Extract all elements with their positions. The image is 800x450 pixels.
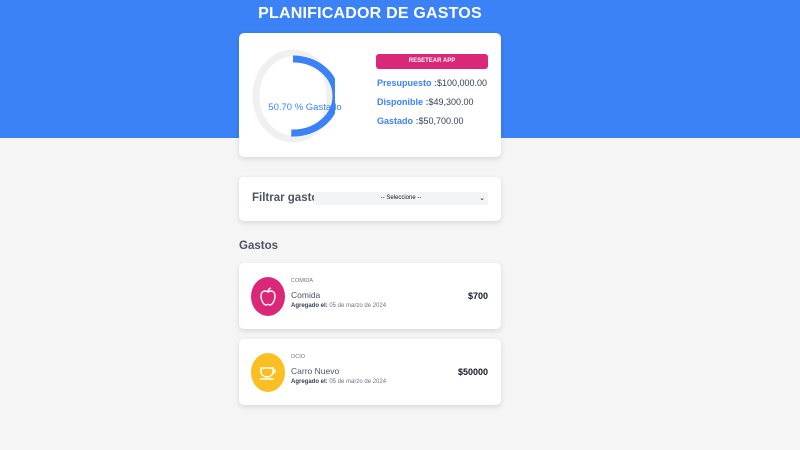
spent-value: $50,700.00 <box>418 116 464 126</box>
spent-label: Gastado : <box>377 116 419 126</box>
spent-row: Gastado :$50,700.00 <box>377 116 464 126</box>
expense-amount: $50000 <box>457 367 488 377</box>
expenses-section-title: Gastos <box>239 240 278 252</box>
expense-name: Comida <box>291 290 321 300</box>
expense-date-value: 05 de marzo de 2024 <box>329 379 387 385</box>
expense-date: Agregado el: 05 de marzo de 2024 <box>291 379 386 385</box>
cup-icon <box>251 353 285 392</box>
expense-item[interactable]: OCIO Carro Nuevo Agregado el: 05 de marz… <box>239 339 501 405</box>
reset-app-button[interactable]: RESETEAR APP <box>376 54 488 69</box>
expense-date-label: Agregado el: <box>291 303 328 309</box>
filter-selected-value: -- Seleccione -- <box>380 195 422 201</box>
chevron-down-icon: ⌄ <box>479 195 485 202</box>
budget-card: 50.70 % Gastado RESETEAR APP Presupuesto… <box>239 33 501 157</box>
budget-label: Presupuesto : <box>377 78 438 88</box>
expense-amount: $700 <box>467 291 488 301</box>
category-filter-select[interactable]: -- Seleccione -- ⌄ <box>314 192 488 205</box>
budget-row: Presupuesto :$100,000.00 <box>377 78 487 88</box>
available-value: $49,300.00 <box>428 97 474 107</box>
expense-item[interactable]: COMIDA Comida Agregado el: 05 de marzo d… <box>239 263 501 329</box>
app-title: PLANIFICADOR DE GASTOS <box>258 5 482 22</box>
expense-name: Carro Nuevo <box>291 366 340 376</box>
expense-date-value: 05 de marzo de 2024 <box>329 303 387 309</box>
spent-percentage-label: 50.70 % Gastado <box>268 102 342 113</box>
apple-icon-glyph <box>260 287 276 306</box>
apple-icon <box>251 277 285 316</box>
expense-date-label: Agregado el: <box>291 379 328 385</box>
budget-progress-donut: 50.70 % Gastado <box>251 47 342 145</box>
progress-ring <box>251 49 335 143</box>
expense-date: Agregado el: 05 de marzo de 2024 <box>291 303 386 309</box>
expense-category: OCIO <box>291 354 306 360</box>
expense-category: COMIDA <box>291 278 313 284</box>
available-label: Disponible : <box>377 97 429 107</box>
cup-icon-glyph <box>260 367 276 380</box>
budget-value: $100,000.00 <box>437 78 488 88</box>
filter-card: Filtrar gastos -- Seleccione -- ⌄ <box>239 177 501 221</box>
available-row: Disponible :$49,300.00 <box>377 97 474 107</box>
